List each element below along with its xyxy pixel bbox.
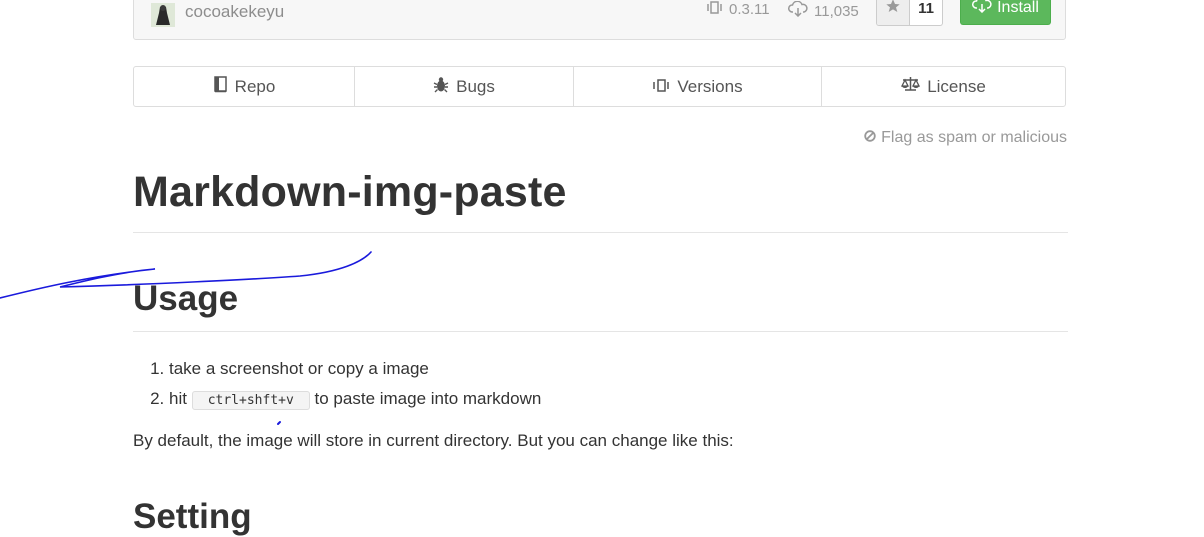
list-item: take a screenshot or copy a image bbox=[169, 354, 541, 384]
version-stat: 0.3.11 bbox=[706, 1, 770, 18]
tab-label: Versions bbox=[677, 76, 743, 96]
versions-icon bbox=[652, 77, 670, 97]
install-label: Install bbox=[997, 0, 1039, 16]
title-divider bbox=[133, 232, 1068, 233]
setting-heading: Setting bbox=[133, 497, 252, 536]
usage-divider bbox=[133, 331, 1068, 332]
author-name[interactable]: cocoakekeyu bbox=[185, 2, 284, 22]
tab-label: License bbox=[927, 76, 986, 96]
tab-label: Bugs bbox=[456, 76, 495, 96]
ban-icon bbox=[864, 129, 876, 147]
tab-license[interactable]: License bbox=[822, 67, 1065, 106]
tab-repo[interactable]: Repo bbox=[134, 67, 355, 106]
step-text-before: hit bbox=[169, 389, 187, 408]
step-text: take a screenshot or copy a image bbox=[169, 359, 429, 378]
step-text-after: to paste image into markdown bbox=[314, 389, 542, 408]
shortcut-code: ctrl+shft+v bbox=[191, 391, 310, 410]
author-avatar[interactable] bbox=[151, 3, 175, 27]
downloads-value: 11,035 bbox=[814, 2, 859, 20]
flag-spam-link[interactable]: Flag as spam or malicious bbox=[864, 129, 1067, 147]
pen-dot bbox=[277, 421, 281, 425]
star-icon bbox=[885, 0, 901, 19]
scale-icon bbox=[901, 76, 921, 97]
package-header: cocoakekeyu 0.3.11 11,035 11 Install bbox=[133, 0, 1066, 40]
cloud-download-icon bbox=[972, 0, 992, 18]
tab-label: Repo bbox=[234, 76, 276, 96]
list-item: hit ctrl+shft+v to paste image into mark… bbox=[169, 384, 541, 416]
usage-steps: take a screenshot or copy a image hit ct… bbox=[133, 354, 541, 416]
default-description: By default, the image will store in curr… bbox=[133, 431, 734, 450]
usage-heading: Usage bbox=[133, 279, 239, 318]
version-value: 0.3.11 bbox=[729, 1, 770, 18]
readme-title: Markdown-img-paste bbox=[133, 168, 567, 216]
tab-versions[interactable]: Versions bbox=[574, 67, 822, 106]
package-tabs: Repo Bugs Versions License bbox=[133, 66, 1066, 107]
bug-icon bbox=[433, 76, 449, 98]
star-button[interactable] bbox=[877, 0, 910, 25]
book-icon bbox=[213, 75, 228, 98]
star-count[interactable]: 11 bbox=[910, 0, 942, 25]
downloads-stat: 11,035 bbox=[788, 0, 859, 21]
cloud-download-icon bbox=[788, 0, 808, 21]
tab-bugs[interactable]: Bugs bbox=[355, 67, 574, 106]
star-widget: 11 bbox=[876, 0, 943, 26]
versions-icon bbox=[706, 1, 723, 18]
install-button[interactable]: Install bbox=[960, 0, 1051, 25]
flag-label: Flag as spam or malicious bbox=[881, 129, 1067, 146]
